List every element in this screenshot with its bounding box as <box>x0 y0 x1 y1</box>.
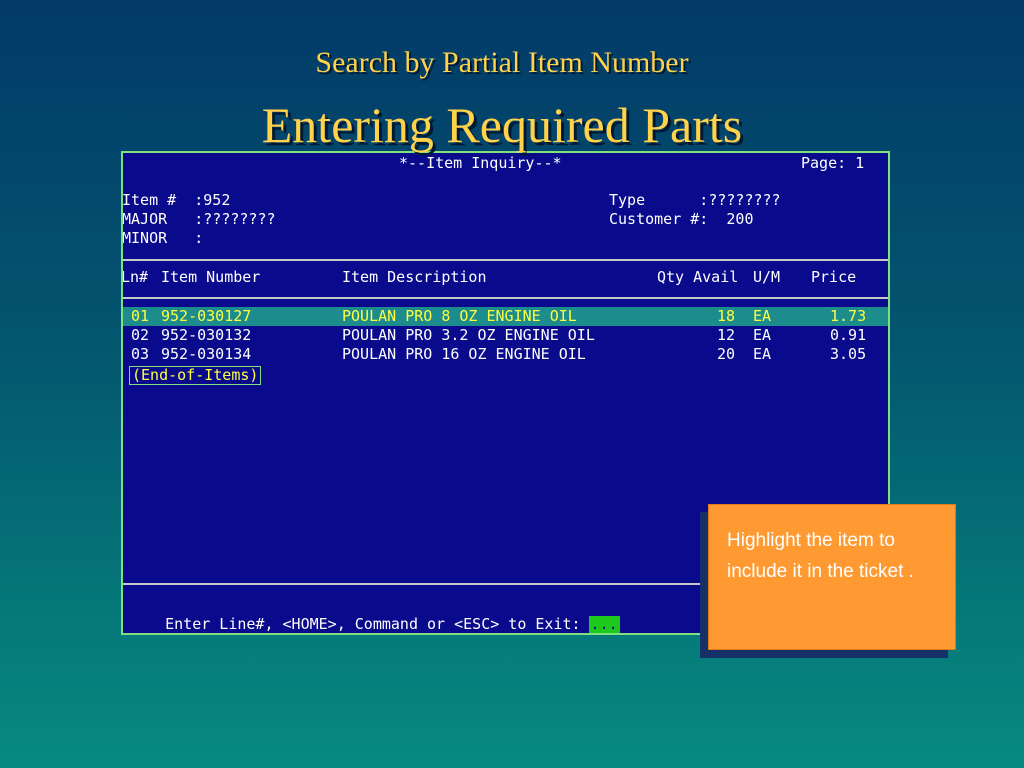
end-of-items-marker: (End-of-Items) <box>129 366 262 385</box>
item-ln: 02 <box>131 326 150 344</box>
col-header-um: U/M <box>753 268 781 286</box>
item-um: EA <box>753 345 772 363</box>
column-header-row: Ln# Item Number Item Description Qty Ava… <box>123 268 888 287</box>
item-row[interactable]: 01 952-030127 POULAN PRO 8 OZ ENGINE OIL… <box>123 307 888 326</box>
item-description: POULAN PRO 8 OZ ENGINE OIL <box>342 307 577 325</box>
item-ln: 03 <box>131 345 150 363</box>
item-um: EA <box>753 307 772 325</box>
item-row[interactable]: 03 952-030134 POULAN PRO 16 OZ ENGINE OI… <box>123 345 888 364</box>
major-field[interactable]: MAJOR :???????? <box>123 210 276 229</box>
page-indicator: Page: 1 <box>801 154 865 172</box>
customer-field[interactable]: Customer #: 200 <box>609 210 754 229</box>
item-row[interactable]: 02 952-030132 POULAN PRO 3.2 OZ ENGINE O… <box>123 326 888 345</box>
slide-subtitle: Search by Partial Item Number <box>315 46 689 79</box>
command-prompt: Enter Line#, <HOME>, Command or <ESC> to… <box>129 596 620 633</box>
header-divider <box>123 259 888 261</box>
item-number-field[interactable]: Item # :952 <box>123 191 230 210</box>
inquiry-header-title: *--Item Inquiry--* <box>399 154 562 172</box>
minor-field[interactable]: MINOR : <box>123 229 203 248</box>
col-header-item-number: Item Number <box>161 268 261 286</box>
callout-text: Highlight the item to include it in the … <box>727 530 914 582</box>
item-qty: 18 <box>717 307 736 325</box>
item-number: 952-030132 <box>161 326 252 344</box>
item-ln: 01 <box>131 307 150 325</box>
item-number: 952-030127 <box>161 307 252 325</box>
col-header-item-description: Item Description <box>342 268 487 286</box>
col-header-qty-avail: Qty Avail <box>657 268 739 286</box>
item-price: 0.91 <box>830 326 867 344</box>
col-header-ln: Ln# <box>121 268 149 286</box>
slide-title: Entering Required Parts <box>261 97 743 153</box>
col-header-price: Price <box>811 268 857 286</box>
item-price: 1.73 <box>830 307 867 325</box>
item-description: POULAN PRO 3.2 OZ ENGINE OIL <box>342 326 595 344</box>
item-number: 952-030134 <box>161 345 252 363</box>
command-input[interactable]: ... <box>588 616 620 633</box>
instruction-callout: Highlight the item to include it in the … <box>708 504 956 650</box>
item-um: EA <box>753 326 772 344</box>
item-description: POULAN PRO 16 OZ ENGINE OIL <box>342 345 586 363</box>
columns-divider <box>123 297 888 299</box>
prompt-label: Enter Line#, <HOME>, Command or <ESC> to… <box>165 615 581 633</box>
type-field[interactable]: Type :???????? <box>609 191 781 210</box>
item-qty: 12 <box>717 326 736 344</box>
item-qty: 20 <box>717 345 736 363</box>
item-price: 3.05 <box>830 345 867 363</box>
